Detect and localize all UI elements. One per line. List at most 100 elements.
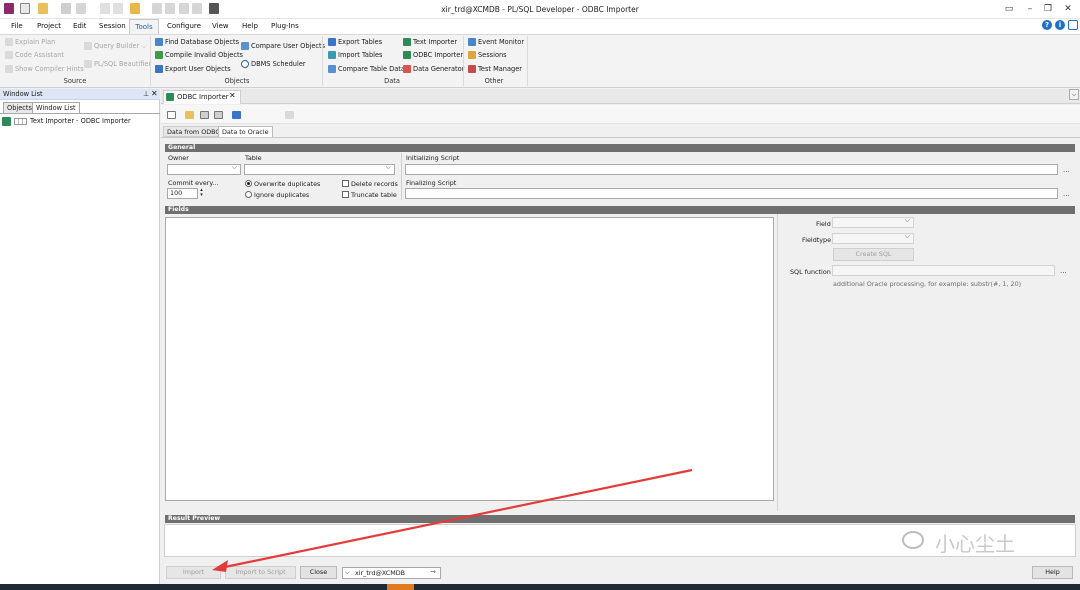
menu-project[interactable]: Project bbox=[37, 22, 61, 30]
delete-records-label: Delete records bbox=[351, 180, 398, 188]
menu-tools[interactable]: Tools bbox=[129, 19, 159, 34]
sql-function-input[interactable] bbox=[832, 265, 1055, 276]
close-tab-icon[interactable]: ✕ bbox=[229, 91, 236, 100]
event-monitor-button[interactable]: Event Monitor bbox=[468, 37, 524, 47]
pin-icon[interactable]: ⊥ bbox=[143, 90, 149, 98]
help-icon[interactable]: ? bbox=[1042, 20, 1052, 30]
export-objects-icon bbox=[155, 65, 163, 73]
export-tables-icon bbox=[328, 38, 336, 46]
menu-view[interactable]: View bbox=[212, 22, 229, 30]
find-objects-icon bbox=[155, 38, 163, 46]
connection-dropdown-icon: ⌵ bbox=[345, 569, 350, 576]
compare-user-objects-button[interactable]: Compare User Objects bbox=[241, 41, 325, 51]
info-icon[interactable]: i bbox=[1055, 20, 1065, 30]
help-button[interactable]: Help bbox=[1032, 566, 1073, 579]
overwrite-duplicates-radio[interactable] bbox=[245, 180, 252, 187]
wechat-logo-icon bbox=[902, 531, 924, 549]
compare-data-icon bbox=[328, 65, 336, 73]
sql-function-browse-button[interactable]: ... bbox=[1060, 267, 1067, 275]
open-folder-icon[interactable] bbox=[185, 111, 194, 119]
truncate-table-label: Truncate table bbox=[351, 191, 397, 199]
field-select[interactable] bbox=[832, 216, 914, 228]
data-generator-icon bbox=[403, 65, 411, 73]
eraser-icon[interactable] bbox=[285, 111, 294, 119]
compile-invalid-button[interactable]: Compile Invalid Objects bbox=[155, 50, 243, 60]
dbms-scheduler-button[interactable]: DBMS Scheduler bbox=[241, 59, 306, 69]
truncate-table-checkbox[interactable] bbox=[342, 191, 349, 198]
close-pane-icon[interactable]: ✕ bbox=[151, 89, 158, 98]
menu-plugins[interactable]: Plug-Ins bbox=[271, 22, 299, 30]
event-monitor-icon bbox=[468, 38, 476, 46]
save-as-icon[interactable] bbox=[214, 111, 223, 119]
menu-edit[interactable]: Edit bbox=[73, 22, 87, 30]
restore-button[interactable]: ❐ bbox=[1040, 3, 1056, 15]
title-bar: xir_trd@XCMDB - PL/SQL Developer - ODBC … bbox=[0, 0, 1080, 19]
window-options-icon[interactable] bbox=[1068, 20, 1078, 30]
compare-table-data-button[interactable]: Compare Table Data bbox=[328, 64, 405, 74]
odbc-importer-button[interactable]: ODBC Importer bbox=[403, 50, 463, 60]
connection-select[interactable]: xir_trd@XCMDB bbox=[342, 567, 441, 579]
export-tables-button[interactable]: Export Tables bbox=[328, 37, 382, 47]
text-importer-icon bbox=[403, 38, 411, 46]
code-assistant-button[interactable]: Code Assistant bbox=[5, 50, 64, 60]
clock-icon bbox=[241, 60, 249, 68]
odbc-importer-icon bbox=[403, 51, 411, 59]
sql-function-label: SQL function bbox=[790, 268, 831, 276]
finalizing-script-browse-button[interactable]: ... bbox=[1063, 190, 1070, 198]
initializing-script-input[interactable] bbox=[405, 164, 1058, 175]
explain-plan-button[interactable]: Explain Plan bbox=[5, 37, 55, 47]
tab-data-from-odbc[interactable]: Data from ODBC bbox=[163, 126, 224, 137]
general-divider bbox=[401, 153, 402, 200]
import-to-script-button[interactable]: Import to Script bbox=[225, 566, 296, 579]
section-result-preview-header: Result Preview bbox=[165, 515, 1075, 523]
list-item[interactable]: Text Importer - ODBC Importer bbox=[2, 116, 131, 126]
initializing-script-label: Initializing Script bbox=[406, 154, 460, 162]
minimize-button[interactable]: – bbox=[1022, 3, 1038, 15]
create-sql-button[interactable]: Create SQL bbox=[833, 248, 914, 261]
import-tables-button[interactable]: Import Tables bbox=[328, 50, 382, 60]
test-manager-button[interactable]: Test Manager bbox=[468, 64, 522, 74]
fields-list[interactable] bbox=[165, 217, 774, 501]
initializing-script-browse-button[interactable]: ... bbox=[1063, 166, 1070, 174]
fieldtype-select[interactable] bbox=[832, 232, 914, 244]
menu-configure[interactable]: Configure bbox=[167, 22, 201, 30]
compiler-hints-button[interactable]: Show Compiler Hints bbox=[5, 64, 84, 74]
data-generator-button[interactable]: Data Generator bbox=[403, 64, 464, 74]
close-button[interactable]: Close bbox=[300, 566, 337, 579]
text-importer-button[interactable]: Text Importer bbox=[403, 37, 457, 47]
taskbar-strip bbox=[0, 584, 1080, 590]
ribbon-separator bbox=[322, 36, 323, 86]
export-user-objects-button[interactable]: Export User Objects bbox=[155, 64, 231, 74]
ribbon-display-icon[interactable]: ▭ bbox=[1001, 3, 1017, 15]
find-db-objects-button[interactable]: Find Database Objects bbox=[155, 37, 239, 47]
finalizing-script-input[interactable] bbox=[405, 188, 1058, 199]
query-builder-button[interactable]: Query Builder ⌵ bbox=[84, 41, 146, 51]
connect-icon[interactable] bbox=[232, 111, 241, 119]
close-window-button[interactable]: ✕ bbox=[1060, 3, 1076, 15]
ignore-duplicates-label: Ignore duplicates bbox=[254, 191, 310, 199]
radio-dot-icon bbox=[247, 182, 250, 185]
importer-icon bbox=[2, 116, 11, 126]
beautifier-button[interactable]: PL/SQL Beautifier bbox=[84, 59, 151, 69]
document-tab-strip bbox=[161, 89, 1080, 104]
menu-file[interactable]: File bbox=[11, 22, 23, 30]
ignore-duplicates-radio[interactable] bbox=[245, 191, 252, 198]
menu-session[interactable]: Session bbox=[99, 22, 126, 30]
menu-help[interactable]: Help bbox=[242, 22, 258, 30]
sessions-button[interactable]: Sessions bbox=[468, 50, 507, 60]
save-icon[interactable] bbox=[200, 111, 209, 119]
new-document-icon[interactable] bbox=[167, 111, 176, 119]
overwrite-duplicates-label: Overwrite duplicates bbox=[254, 180, 321, 188]
delete-records-checkbox[interactable] bbox=[342, 180, 349, 187]
left-pane-title: Window List bbox=[3, 90, 43, 98]
table-select[interactable] bbox=[244, 163, 395, 175]
tab-data-to-oracle[interactable]: Data to Oracle bbox=[218, 126, 273, 137]
owner-select[interactable] bbox=[167, 163, 241, 175]
document-toolbar bbox=[161, 105, 1080, 124]
commit-stepper-icon[interactable]: ▴ ▾ bbox=[197, 188, 205, 199]
group-label-data: Data bbox=[384, 77, 400, 85]
tab-list-dropdown-icon[interactable]: ⌵ bbox=[1069, 89, 1079, 100]
commit-every-label: Commit every... bbox=[168, 179, 219, 187]
import-button[interactable]: Import bbox=[166, 566, 221, 579]
compiler-hints-icon bbox=[5, 65, 13, 73]
